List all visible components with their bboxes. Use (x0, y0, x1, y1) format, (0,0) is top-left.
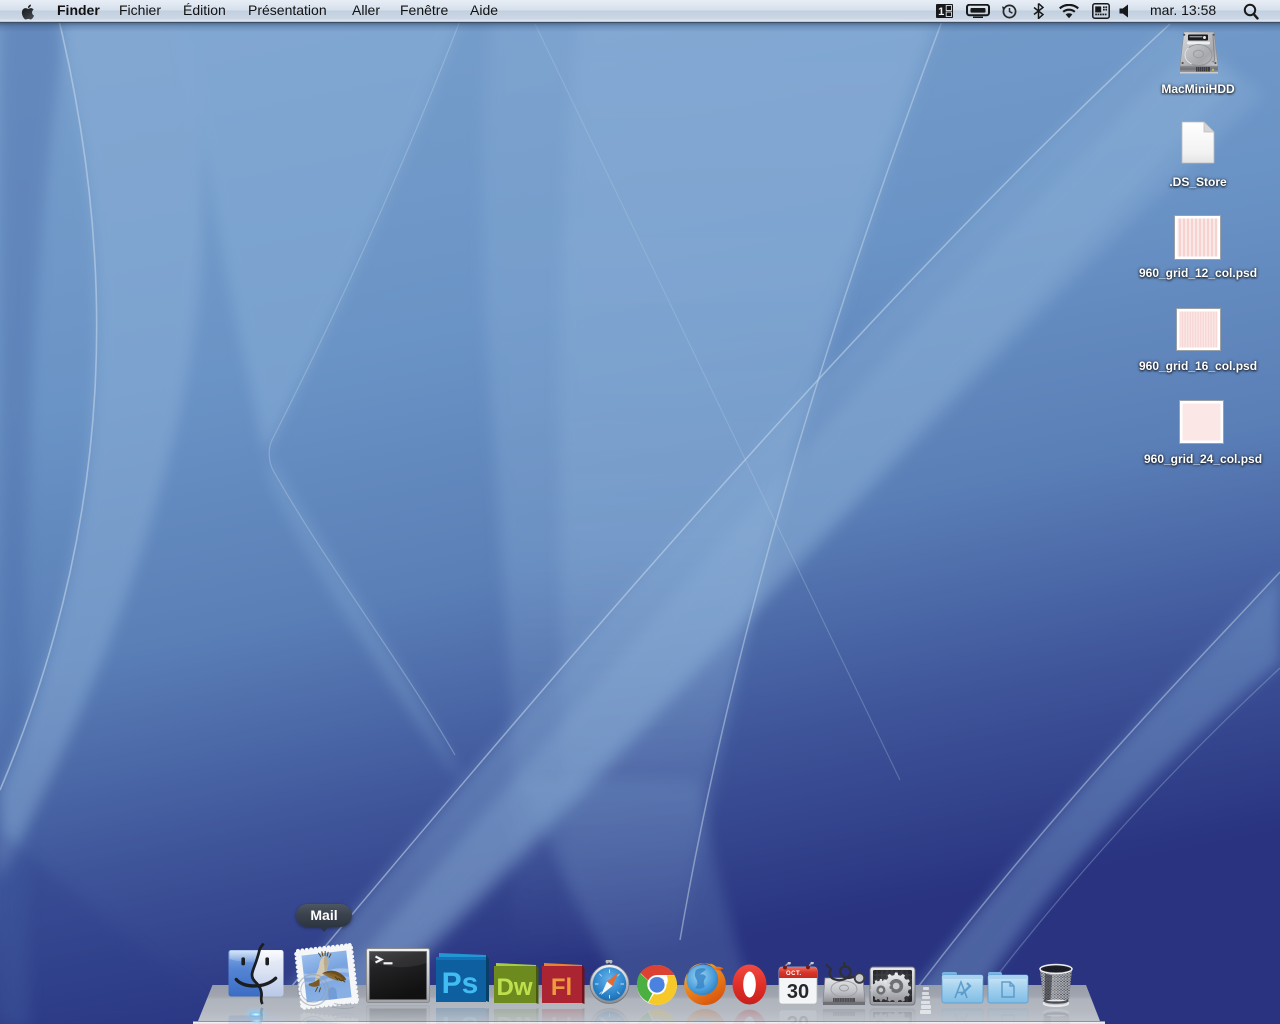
svg-text:1: 1 (938, 6, 944, 18)
svg-text:OCT.: OCT. (786, 971, 802, 977)
svg-text:Ps: Ps (442, 967, 479, 1000)
svg-text:Fl: Fl (551, 974, 572, 1001)
svg-text:Dw: Dw (497, 974, 533, 1001)
svg-text:30: 30 (787, 981, 809, 1003)
